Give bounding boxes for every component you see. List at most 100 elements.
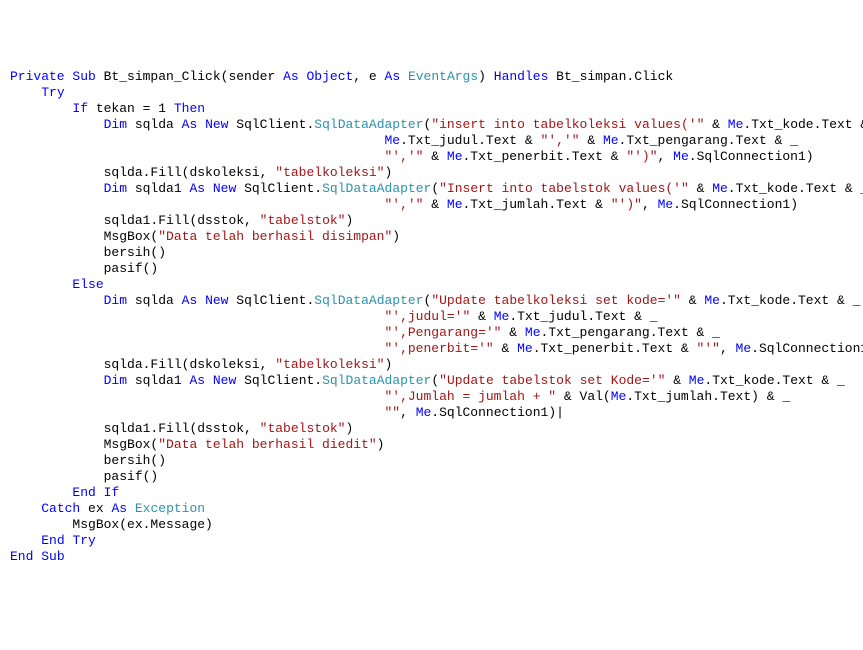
code-token: , xyxy=(720,341,736,356)
code-line[interactable]: Else xyxy=(10,277,853,293)
code-line[interactable]: Private Sub Bt_simpan_Click(sender As Ob… xyxy=(10,69,853,85)
code-token: EventArgs xyxy=(408,69,478,84)
code-line[interactable]: "',Pengarang='" & Me.Txt_pengarang.Text … xyxy=(10,325,853,341)
code-line[interactable]: "','" & Me.Txt_penerbit.Text & "')", Me.… xyxy=(10,149,853,165)
code-token: Private xyxy=(10,69,65,84)
code-token: pasif() xyxy=(104,469,159,484)
code-token: ) xyxy=(478,69,494,84)
code-token: "insert into tabelkoleksi values('" xyxy=(431,117,704,132)
code-token: , xyxy=(658,149,674,164)
code-token: ( xyxy=(431,373,439,388)
code-token: , xyxy=(642,197,658,212)
code-line[interactable]: If tekan = 1 Then xyxy=(10,101,853,117)
code-line[interactable]: Dim sqlda As New SqlClient.SqlDataAdapte… xyxy=(10,293,853,309)
code-token: Try xyxy=(41,85,64,100)
code-line[interactable]: sqlda1.Fill(dsstok, "tabelstok") xyxy=(10,213,853,229)
code-line[interactable]: MsgBox("Data telah berhasil diedit") xyxy=(10,437,853,453)
code-token: & xyxy=(470,309,493,324)
code-token: & xyxy=(681,293,704,308)
code-line[interactable]: "','" & Me.Txt_jumlah.Text & "')", Me.Sq… xyxy=(10,197,853,213)
code-token: "',penerbit='" xyxy=(384,341,493,356)
code-token: As xyxy=(189,181,205,196)
code-token xyxy=(96,485,104,500)
code-token: ) xyxy=(392,229,400,244)
code-token: & Val( xyxy=(556,389,611,404)
code-token: Sub xyxy=(72,69,95,84)
code-token: sqlda1 xyxy=(127,181,189,196)
code-token: Handles xyxy=(494,69,549,84)
code-token: As xyxy=(111,501,127,516)
code-token: Me xyxy=(728,117,744,132)
code-token xyxy=(205,373,213,388)
code-token: ) xyxy=(384,165,392,180)
code-token: .Txt_penerbit.Text & xyxy=(533,341,697,356)
code-token: , xyxy=(400,405,416,420)
code-token: If xyxy=(72,101,88,116)
code-line[interactable]: sqlda1.Fill(dsstok, "tabelstok") xyxy=(10,421,853,437)
code-token: Me xyxy=(673,149,689,164)
code-token: Me xyxy=(447,149,463,164)
code-token: & xyxy=(494,341,517,356)
code-token: .Txt_judul.Text & xyxy=(400,133,540,148)
code-line[interactable]: bersih() xyxy=(10,453,853,469)
code-token: Me xyxy=(525,325,541,340)
code-token: .Txt_kode.Text & xyxy=(743,117,863,132)
code-token: sqlda.Fill(dskoleksi, xyxy=(104,165,276,180)
code-token: New xyxy=(205,293,228,308)
code-token: sqlda xyxy=(127,117,182,132)
code-token: sqlda1.Fill(dsstok, xyxy=(104,213,260,228)
code-token: "')" xyxy=(611,197,642,212)
code-line[interactable]: MsgBox(ex.Message) xyxy=(10,517,853,533)
code-line[interactable]: End Sub xyxy=(10,549,853,565)
code-token: New xyxy=(213,181,236,196)
code-line[interactable]: End If xyxy=(10,485,853,501)
code-line[interactable]: Me.Txt_judul.Text & "','" & Me.Txt_penga… xyxy=(10,133,853,149)
code-token: Dim xyxy=(104,293,127,308)
code-token: .Txt_pengarang.Text & _ xyxy=(541,325,720,340)
code-line[interactable]: "',penerbit='" & Me.Txt_penerbit.Text & … xyxy=(10,341,853,357)
code-token: Me xyxy=(416,405,432,420)
code-token: MsgBox( xyxy=(104,437,159,452)
code-token: ex xyxy=(80,501,111,516)
code-line[interactable]: End Try xyxy=(10,533,853,549)
code-line[interactable]: Try xyxy=(10,85,853,101)
code-token: Me xyxy=(384,133,400,148)
code-line[interactable]: MsgBox("Data telah berhasil disimpan") xyxy=(10,229,853,245)
code-token: ) xyxy=(377,437,385,452)
code-token xyxy=(127,501,135,516)
code-line[interactable]: Dim sqlda As New SqlClient.SqlDataAdapte… xyxy=(10,117,853,133)
code-line[interactable]: bersih() xyxy=(10,245,853,261)
code-line[interactable]: sqlda.Fill(dskoleksi, "tabelkoleksi") xyxy=(10,165,853,181)
code-token: Object xyxy=(306,69,353,84)
code-token: If xyxy=(104,485,120,500)
code-token: "" xyxy=(384,405,400,420)
code-token: .SqlConnection1)| xyxy=(431,405,564,420)
code-line[interactable]: Catch ex As Exception xyxy=(10,501,853,517)
code-line[interactable]: Dim sqlda1 As New SqlClient.SqlDataAdapt… xyxy=(10,181,853,197)
code-line[interactable]: "',Jumlah = jumlah + " & Val(Me.Txt_juml… xyxy=(10,389,853,405)
code-token: "Update tabelkoleksi set kode='" xyxy=(431,293,681,308)
code-token: Then xyxy=(174,101,205,116)
code-line[interactable]: pasif() xyxy=(10,261,853,277)
code-token: "tabelkoleksi" xyxy=(275,357,384,372)
code-token: .Txt_pengarang.Text & _ xyxy=(619,133,798,148)
code-line[interactable]: Dim sqlda1 As New SqlClient.SqlDataAdapt… xyxy=(10,373,853,389)
code-token: "Update tabelstok set Kode='" xyxy=(439,373,665,388)
code-token: & xyxy=(423,149,446,164)
code-token: Me xyxy=(517,341,533,356)
code-line[interactable]: "", Me.SqlConnection1)| xyxy=(10,405,853,421)
code-editor[interactable]: Private Sub Bt_simpan_Click(sender As Ob… xyxy=(10,69,853,565)
code-token: "',Jumlah = jumlah + " xyxy=(384,389,556,404)
code-line[interactable]: sqlda.Fill(dskoleksi, "tabelkoleksi") xyxy=(10,357,853,373)
code-token: New xyxy=(205,117,228,132)
code-token: Me xyxy=(658,197,674,212)
code-line[interactable]: "',judul='" & Me.Txt_judul.Text & _ xyxy=(10,309,853,325)
code-line[interactable]: pasif() xyxy=(10,469,853,485)
code-token: "Insert into tabelstok values('" xyxy=(439,181,689,196)
code-token: tekan = 1 xyxy=(88,101,174,116)
code-token: Dim xyxy=(104,181,127,196)
code-token: SqlClient. xyxy=(228,117,314,132)
code-token: Sub xyxy=(41,549,64,564)
code-token: SqlDataAdapter xyxy=(322,181,431,196)
code-token: Catch xyxy=(41,501,80,516)
